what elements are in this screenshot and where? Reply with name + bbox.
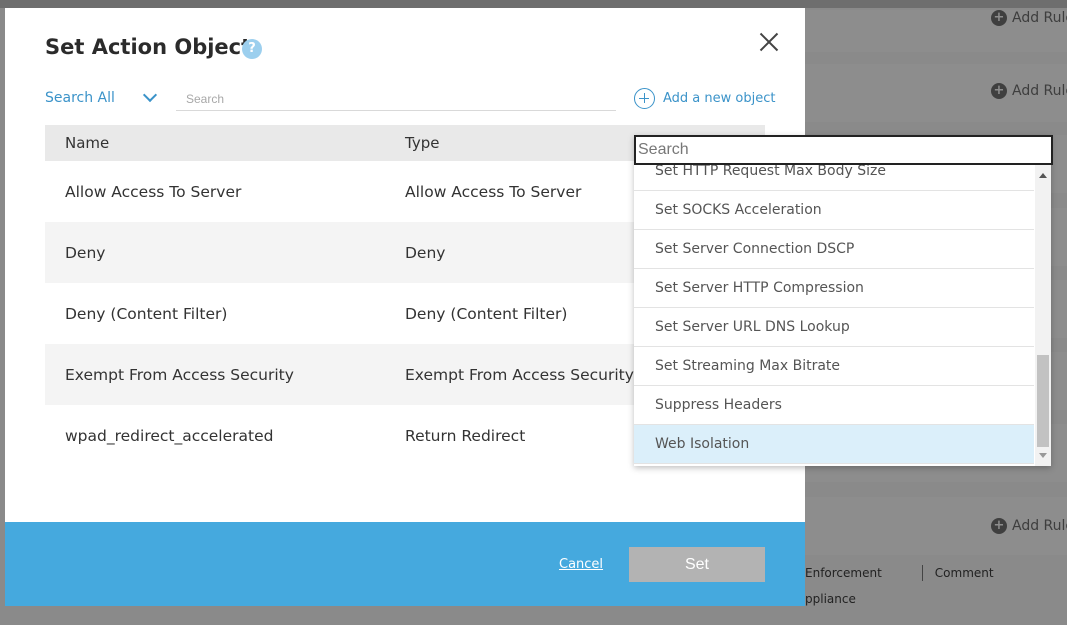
bg-band <box>0 0 1067 8</box>
add-rule-label: Add Rule <box>1012 518 1067 534</box>
dropdown-item-selected[interactable]: Web Isolation <box>634 425 1034 464</box>
row-type: Deny (Content Filter) <box>405 304 568 323</box>
row-name: Allow Access To Server <box>65 182 242 201</box>
divider <box>921 564 923 581</box>
column-header-name[interactable]: Name <box>45 134 405 152</box>
dropdown-item[interactable]: Set SOCKS Acceleration <box>634 191 1034 230</box>
row-name: Deny <box>65 243 106 262</box>
plus-icon: + <box>991 10 1007 26</box>
cancel-button[interactable]: Cancel <box>559 557 603 572</box>
help-icon[interactable]: ? <box>242 39 262 59</box>
dropdown-scrollbar[interactable] <box>1035 165 1051 466</box>
dropdown-item[interactable]: Set Server URL DNS Lookup <box>634 308 1034 347</box>
add-new-object-button[interactable]: Add a new object <box>634 88 775 109</box>
add-rule-button[interactable]: + Add Rule <box>991 10 1067 26</box>
bg-header-comment: Comment <box>934 565 994 580</box>
row-type: Allow Access To Server <box>405 182 582 201</box>
add-rule-button[interactable]: + Add Rule <box>991 518 1067 534</box>
scrollbar-thumb[interactable] <box>1037 355 1049 447</box>
scroll-down-icon[interactable] <box>1039 453 1047 458</box>
add-object-dropdown: Set HTTP Request Max Body Size Set SOCKS… <box>634 135 1053 466</box>
dropdown-list: Set HTTP Request Max Body Size Set SOCKS… <box>634 165 1034 466</box>
row-type: Deny <box>405 243 446 262</box>
add-circle-icon <box>634 88 655 109</box>
dialog-footer: Cancel Set <box>5 522 805 606</box>
row-name: wpad_redirect_accelerated <box>65 426 274 445</box>
close-icon[interactable] <box>757 30 781 54</box>
scroll-up-icon[interactable] <box>1039 173 1047 178</box>
row-type: Return Redirect <box>405 426 526 445</box>
plus-icon: + <box>991 518 1007 534</box>
dropdown-search-input[interactable] <box>634 135 1053 165</box>
bg-table-cell: ppliance <box>805 592 856 606</box>
search-scope-select[interactable]: Search All <box>45 90 115 106</box>
dropdown-item[interactable]: Set HTTP Request Max Body Size <box>634 165 1034 191</box>
set-button[interactable]: Set <box>629 547 765 582</box>
add-rule-button[interactable]: + Add Rule <box>991 83 1067 99</box>
plus-icon: + <box>991 83 1007 99</box>
column-header-type[interactable]: Type <box>405 134 439 152</box>
row-name: Exempt From Access Security <box>65 365 294 384</box>
dropdown-item[interactable]: Set Server Connection DSCP <box>634 230 1034 269</box>
bg-header-enforcement: Enforcement <box>805 565 882 580</box>
add-rule-label: Add Rule <box>1012 83 1067 99</box>
chevron-down-icon[interactable] <box>143 90 157 104</box>
search-input[interactable] <box>176 88 616 111</box>
dialog-title: Set Action Object <box>45 35 252 59</box>
dropdown-item[interactable]: Set Server HTTP Compression <box>634 269 1034 308</box>
bg-table-header: Enforcement Comment <box>805 561 1067 584</box>
row-type: Exempt From Access Security <box>405 365 634 384</box>
add-new-object-label: Add a new object <box>663 91 776 106</box>
row-name: Deny (Content Filter) <box>65 304 228 323</box>
add-rule-label: Add Rule <box>1012 10 1067 26</box>
dropdown-item[interactable]: Suppress Headers <box>634 386 1034 425</box>
dropdown-item[interactable]: Set Streaming Max Bitrate <box>634 347 1034 386</box>
